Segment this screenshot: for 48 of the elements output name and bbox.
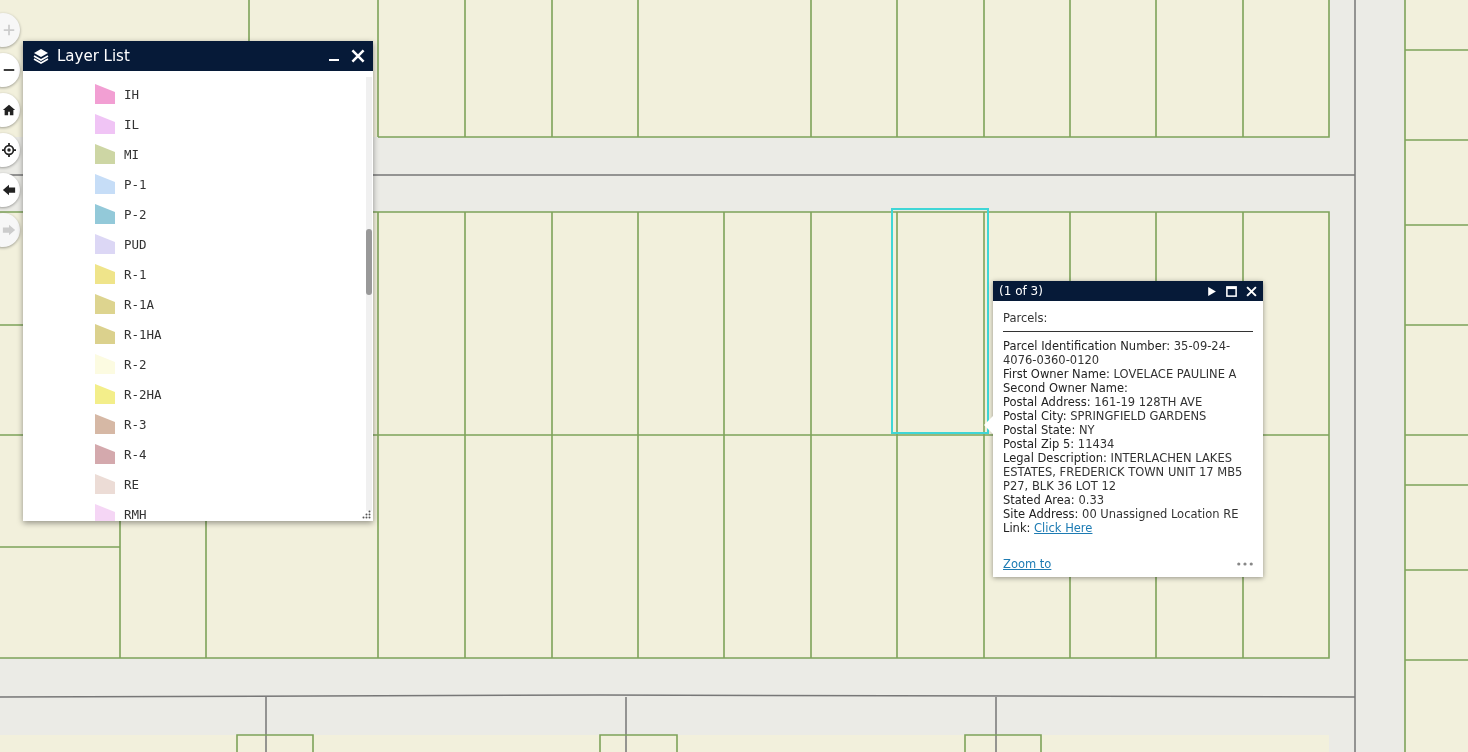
layers-icon — [33, 48, 49, 64]
attribute-text: Postal State: NY — [1003, 423, 1096, 437]
attribute-text: First Owner Name: LOVELACE PAULINE A — [1003, 367, 1238, 381]
legend-label: RE — [124, 476, 140, 492]
attribute-text: Legal Description: INTERLACHEN LAKES ESTATES, FREDERICK TOWN UNIT 17 MB5 P27, BLK 36 LOT 12 — [1003, 451, 1244, 493]
target-icon — [2, 143, 16, 157]
play-icon — [1206, 285, 1217, 297]
legend-label: R-2 — [124, 356, 147, 372]
attribute-text: Postal City: SPRINGFIELD GARDENS — [1003, 409, 1208, 423]
right-arrow-icon — [2, 223, 16, 237]
resize-grip-icon[interactable] — [362, 510, 371, 519]
attribute-text: Postal Zip 5: 11434 — [1003, 437, 1116, 451]
legend-label: IH — [124, 86, 140, 102]
close-icon — [351, 49, 365, 63]
attribute-text: Site Address: 00 Unassigned Location RE — [1003, 507, 1240, 521]
legend-label: PUD — [124, 236, 147, 252]
scrollbar[interactable] — [366, 77, 372, 511]
left-arrow-icon — [2, 183, 16, 197]
scroll-thumb[interactable] — [366, 229, 372, 295]
legend-label: R-2HA — [124, 386, 162, 402]
legend-label: R-1 — [124, 266, 147, 282]
attribute-link[interactable]: Click Here — [1034, 521, 1093, 535]
legend-label: MI — [124, 146, 140, 162]
maximize-icon — [1226, 285, 1237, 297]
attribute-text: Parcel Identification Number: 35-09-24-4076-0360-0120 — [1003, 339, 1232, 367]
home-icon — [2, 103, 16, 117]
legend-label: RMH — [124, 506, 147, 521]
legend-label: IL — [124, 116, 140, 132]
attribute-text: Postal Address: 161-19 128TH AVE — [1003, 395, 1204, 409]
maximize-button[interactable] — [1224, 283, 1239, 299]
legend-label: R-1HA — [124, 326, 162, 342]
more-icon[interactable] — [1237, 562, 1253, 566]
legend-label: P-1 — [124, 176, 147, 192]
plus-icon — [2, 23, 16, 37]
attribute-text: Second Owner Name: — [1003, 381, 1129, 395]
attribute-label: Link: — [1003, 521, 1031, 535]
panel-title: Layer List — [57, 47, 130, 65]
layer-name: Parcels: — [1003, 311, 1253, 332]
legend-label: R-4 — [124, 446, 147, 462]
close-icon — [1246, 285, 1257, 297]
popup-counter: (1 of 3) — [999, 284, 1043, 298]
legend-label: R-3 — [124, 416, 147, 432]
legend-label: R-1A — [124, 296, 155, 312]
legend-label: P-2 — [124, 206, 147, 222]
minimize-icon — [329, 59, 339, 61]
zoom-to-link[interactable]: Zoom to — [1003, 557, 1052, 571]
close-button[interactable] — [349, 47, 367, 65]
attribute-text: Stated Area: 0.33 — [1003, 493, 1105, 507]
